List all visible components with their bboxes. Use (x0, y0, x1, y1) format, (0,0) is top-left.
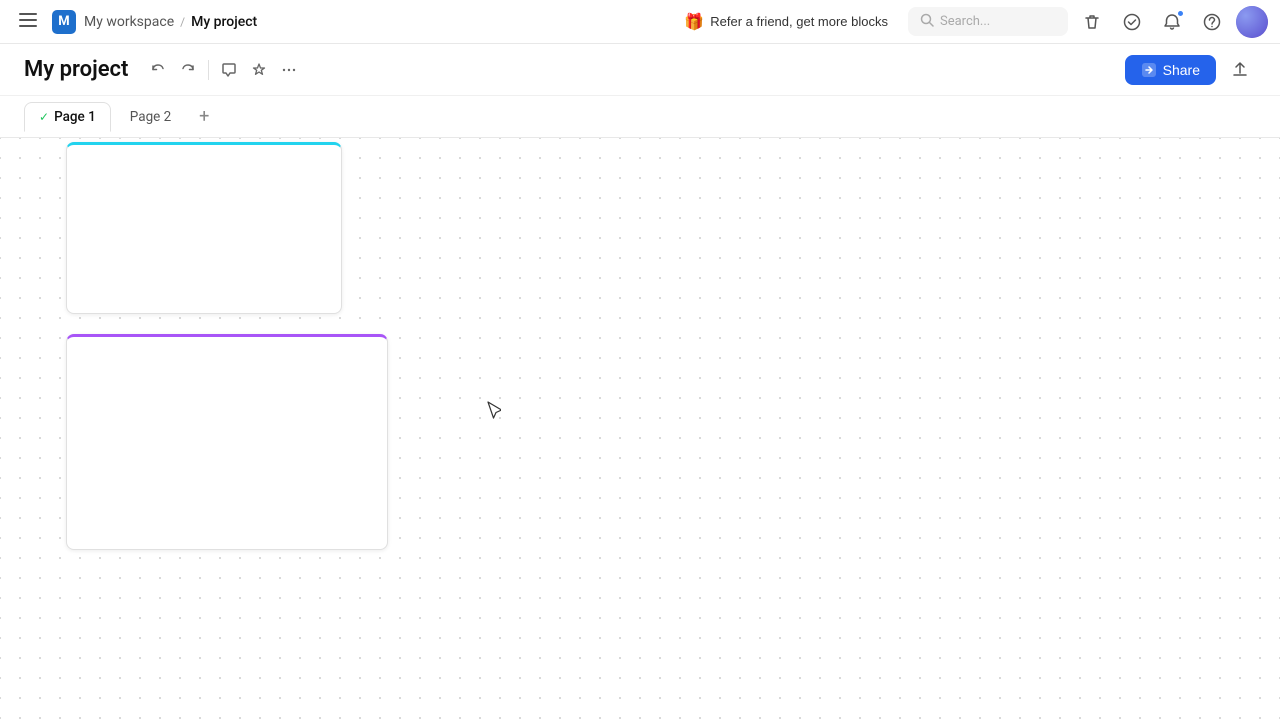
share-button[interactable]: Share (1125, 55, 1216, 85)
toolbar-divider (208, 60, 209, 80)
tab-page2[interactable]: Page 2 (115, 102, 186, 132)
trash-button[interactable] (1076, 6, 1108, 38)
breadcrumb-project[interactable]: My project (191, 14, 257, 30)
canvas-area[interactable] (0, 138, 1280, 722)
refer-label: Refer a friend, get more blocks (710, 14, 888, 29)
search-box[interactable]: Search... (908, 7, 1068, 36)
add-tab-button[interactable]: + (190, 103, 218, 131)
avatar-image (1236, 6, 1268, 38)
plus-icon: + (199, 106, 209, 127)
page-title: My project (24, 57, 128, 82)
star-button[interactable] (245, 56, 273, 84)
help-button[interactable] (1196, 6, 1228, 38)
top-nav: M My workspace / My project 🎁 Refer a fr… (0, 0, 1280, 44)
gift-icon: 🎁 (684, 12, 704, 32)
breadcrumb-workspace[interactable]: My workspace (84, 14, 174, 30)
nav-right: 🎁 Refer a friend, get more blocks Search… (672, 6, 1268, 38)
toolbar: My project (0, 44, 1280, 96)
breadcrumb-separator: / (180, 15, 185, 29)
tab-page2-label: Page 2 (130, 109, 171, 125)
workspace-logo: M (52, 10, 76, 34)
undo-button[interactable] (144, 56, 172, 84)
canvas-card-2[interactable] (66, 334, 388, 550)
comment-button[interactable] (215, 56, 243, 84)
nav-left: M My workspace / My project (12, 6, 257, 38)
toolbar-left: My project (24, 56, 303, 84)
search-placeholder: Search... (940, 14, 990, 29)
check-circle-button[interactable] (1116, 6, 1148, 38)
refer-friend-button[interactable]: 🎁 Refer a friend, get more blocks (672, 6, 900, 38)
tab-page1-label: Page 1 (54, 109, 96, 125)
breadcrumb: My workspace / My project (84, 14, 257, 30)
search-icon (920, 12, 934, 31)
canvas-card-1[interactable] (66, 142, 342, 314)
more-options-button[interactable] (275, 56, 303, 84)
tab-page1[interactable]: ✓ Page 1 (24, 102, 111, 132)
redo-button[interactable] (174, 56, 202, 84)
export-button[interactable] (1224, 54, 1256, 86)
notification-dot (1177, 10, 1184, 17)
share-label: Share (1163, 62, 1200, 78)
toolbar-icons (144, 56, 303, 84)
toolbar-right: Share (1125, 54, 1256, 86)
avatar[interactable] (1236, 6, 1268, 38)
tab-check-icon: ✓ (39, 110, 49, 124)
tabs-bar: ✓ Page 1 Page 2 + (0, 96, 1280, 138)
menu-toggle-button[interactable] (12, 6, 44, 38)
notification-button[interactable] (1156, 6, 1188, 38)
hamburger-icon (19, 12, 37, 31)
